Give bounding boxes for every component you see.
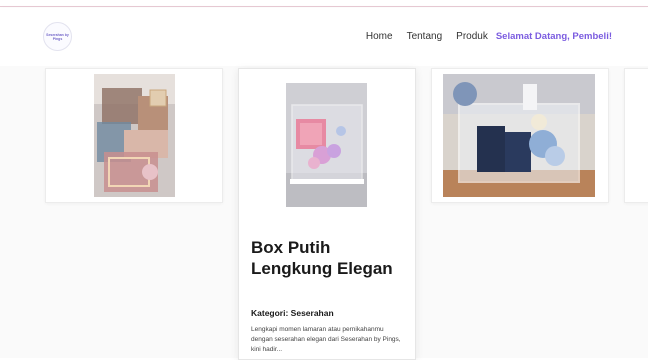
product-category: Kategori: Seserahan bbox=[251, 308, 334, 318]
featured-product-card[interactable]: Box Putih Lengkung Elegan Kategori: Sese… bbox=[238, 68, 416, 360]
top-border-line bbox=[0, 6, 648, 7]
nav-links: Home Tentang Produk Selamat Datang, Pemb… bbox=[366, 31, 612, 42]
product-image bbox=[286, 83, 367, 207]
product-card[interactable] bbox=[45, 68, 223, 203]
welcome-message: Selamat Datang, Pembeli! bbox=[495, 31, 612, 42]
product-title[interactable]: Box Putih Lengkung Elegan bbox=[251, 237, 401, 279]
nav-link-tentang[interactable]: Tentang bbox=[407, 31, 443, 42]
product-description: Lengkapi momen lamaran atau pernikahanmu… bbox=[251, 326, 401, 353]
product-image bbox=[443, 74, 595, 197]
product-card[interactable] bbox=[624, 68, 648, 203]
nav-link-home[interactable]: Home bbox=[366, 31, 393, 42]
nav-link-produk[interactable]: Produk bbox=[456, 31, 488, 42]
brand-logo-text: Seserahan by Pings bbox=[46, 32, 69, 41]
navbar: Seserahan by Pings Home Tentang Produk S… bbox=[0, 8, 648, 66]
product-card[interactable] bbox=[431, 68, 609, 203]
brand-logo[interactable]: Seserahan by Pings bbox=[43, 22, 72, 51]
product-image bbox=[94, 74, 175, 197]
